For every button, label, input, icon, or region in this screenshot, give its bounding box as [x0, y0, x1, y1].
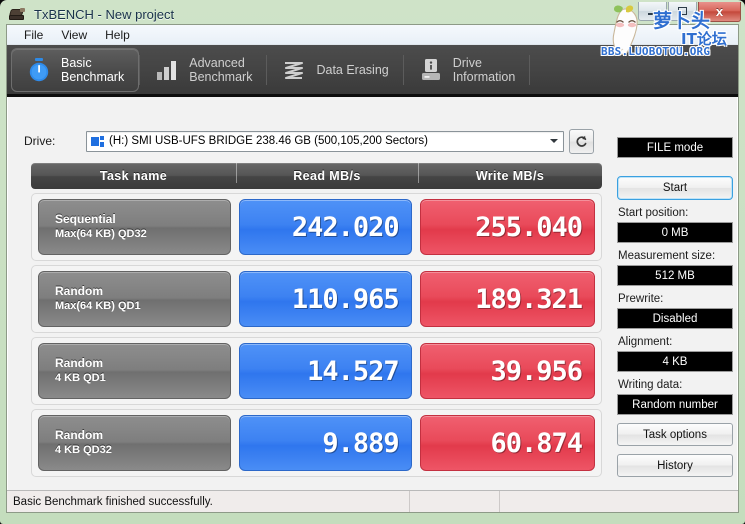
task-name-line2: Max(64 KB) QD32 [55, 228, 147, 240]
menu-item-view[interactable]: View [52, 26, 96, 44]
mode-display[interactable]: FILE mode [617, 137, 733, 158]
maximize-button[interactable] [668, 2, 697, 21]
tab-separator [529, 54, 531, 85]
tab-advanced-benchmark-label: Advanced Benchmark [189, 55, 253, 84]
prewrite-value[interactable]: Disabled [617, 308, 733, 329]
writing-data-value[interactable]: Random number [617, 394, 733, 415]
shredder-icon [281, 57, 307, 83]
table-row[interactable]: Random 4 KB QD1 14.527 39.956 [31, 337, 602, 405]
menu-bar: File View Help [7, 25, 738, 45]
task-name-cell[interactable]: Random 4 KB QD1 [38, 343, 232, 399]
table-row[interactable]: Sequential Max(64 KB) QD32 242.020 255.0… [31, 193, 602, 261]
tab-data-erasing[interactable]: Data Erasing [267, 48, 402, 92]
alignment-label: Alignment: [618, 336, 673, 348]
benchmark-results-table: Task name Read MB/s Write MB/s Sequentia… [31, 163, 602, 477]
close-icon: x [715, 4, 724, 19]
table-header-row: Task name Read MB/s Write MB/s [31, 163, 602, 189]
minimize-button[interactable] [638, 2, 667, 21]
read-value: 9.889 [239, 415, 412, 471]
read-value: 110.965 [239, 271, 412, 327]
write-value: 39.956 [419, 343, 595, 399]
read-value: 14.527 [239, 343, 412, 399]
window-title: TxBENCH - New project [34, 6, 175, 22]
tab-drive-information[interactable]: Drive Information [404, 48, 530, 92]
menu-item-help[interactable]: Help [96, 26, 139, 44]
measurement-size-value[interactable]: 512 MB [617, 265, 733, 286]
maximize-icon [678, 7, 687, 15]
drive-label: Drive: [24, 134, 56, 148]
alignment-value[interactable]: 4 KB [617, 351, 733, 372]
write-value: 189.321 [419, 271, 595, 327]
menu-item-file[interactable]: File [15, 26, 52, 44]
write-value: 60.874 [419, 415, 595, 471]
tab-basic-benchmark-label: Basic Benchmark [61, 55, 125, 84]
stopwatch-icon [26, 57, 52, 83]
tab-drive-information-label: Drive Information [452, 55, 516, 84]
measurement-size-label: Measurement size: [618, 250, 716, 262]
task-options-button[interactable]: Task options [617, 423, 733, 446]
status-message: Basic Benchmark finished successfully. [7, 491, 410, 512]
drive-icon [91, 135, 104, 147]
task-name-cell[interactable]: Random Max(64 KB) QD1 [38, 271, 232, 327]
read-value: 242.020 [239, 199, 412, 255]
status-pane-3 [500, 491, 738, 512]
start-position-label: Start position: [618, 207, 689, 219]
tab-strip: Basic Benchmark Advanced Benchmark Data … [7, 45, 738, 97]
task-name-line2: 4 KB QD1 [55, 372, 106, 384]
task-name-line2: Max(64 KB) QD1 [55, 300, 141, 312]
chevron-down-icon [550, 139, 558, 143]
start-button[interactable]: Start [617, 176, 733, 200]
refresh-drive-button[interactable] [569, 128, 594, 154]
writing-data-label: Writing data: [618, 379, 683, 391]
drive-combobox-value: (H:) SMI USB-UFS BRIDGE 238.46 GB (500,1… [109, 135, 428, 147]
status-pane-2 [410, 491, 500, 512]
client-area: File View Help Basic Benchmark Advanced … [6, 24, 739, 513]
task-name-line1: Random [55, 356, 103, 370]
write-value: 255.040 [419, 199, 595, 255]
drive-stack-icon [8, 7, 26, 22]
column-header-read-mbs: Read MB/s [236, 163, 418, 183]
options-panel: FILE mode Start Start position: 0 MB Mea… [617, 137, 733, 477]
refresh-icon [576, 135, 587, 147]
minimize-icon [648, 12, 657, 15]
task-name-line1: Random [55, 284, 103, 298]
drive-info-icon [418, 57, 444, 83]
tab-advanced-benchmark[interactable]: Advanced Benchmark [140, 48, 266, 92]
window-controls: x [637, 2, 741, 22]
column-header-task-name: Task name [99, 169, 168, 183]
column-header-write-mbs: Write MB/s [418, 163, 602, 183]
drive-combobox[interactable]: (H:) SMI USB-UFS BRIDGE 238.46 GB (500,1… [86, 130, 564, 152]
task-name-cell[interactable]: Sequential Max(64 KB) QD32 [38, 199, 232, 255]
txbench-window: TxBENCH - New project x File View Help B… [0, 0, 745, 524]
start-position-value[interactable]: 0 MB [617, 222, 733, 243]
table-row[interactable]: Random Max(64 KB) QD1 110.965 189.321 [31, 265, 602, 333]
bar-chart-icon [154, 57, 180, 83]
task-name-cell[interactable]: Random 4 KB QD32 [38, 415, 232, 471]
tab-data-erasing-label: Data Erasing [316, 62, 389, 77]
prewrite-label: Prewrite: [618, 293, 664, 305]
status-bar: Basic Benchmark finished successfully. [7, 490, 738, 512]
tab-basic-benchmark[interactable]: Basic Benchmark [11, 47, 140, 92]
table-row[interactable]: Random 4 KB QD32 9.889 60.874 [31, 409, 602, 477]
close-button[interactable]: x [698, 2, 741, 22]
history-button[interactable]: History [617, 454, 733, 477]
task-name-line1: Random [55, 428, 103, 442]
task-name-line1: Sequential [55, 212, 116, 226]
task-name-line2: 4 KB QD32 [55, 444, 112, 456]
